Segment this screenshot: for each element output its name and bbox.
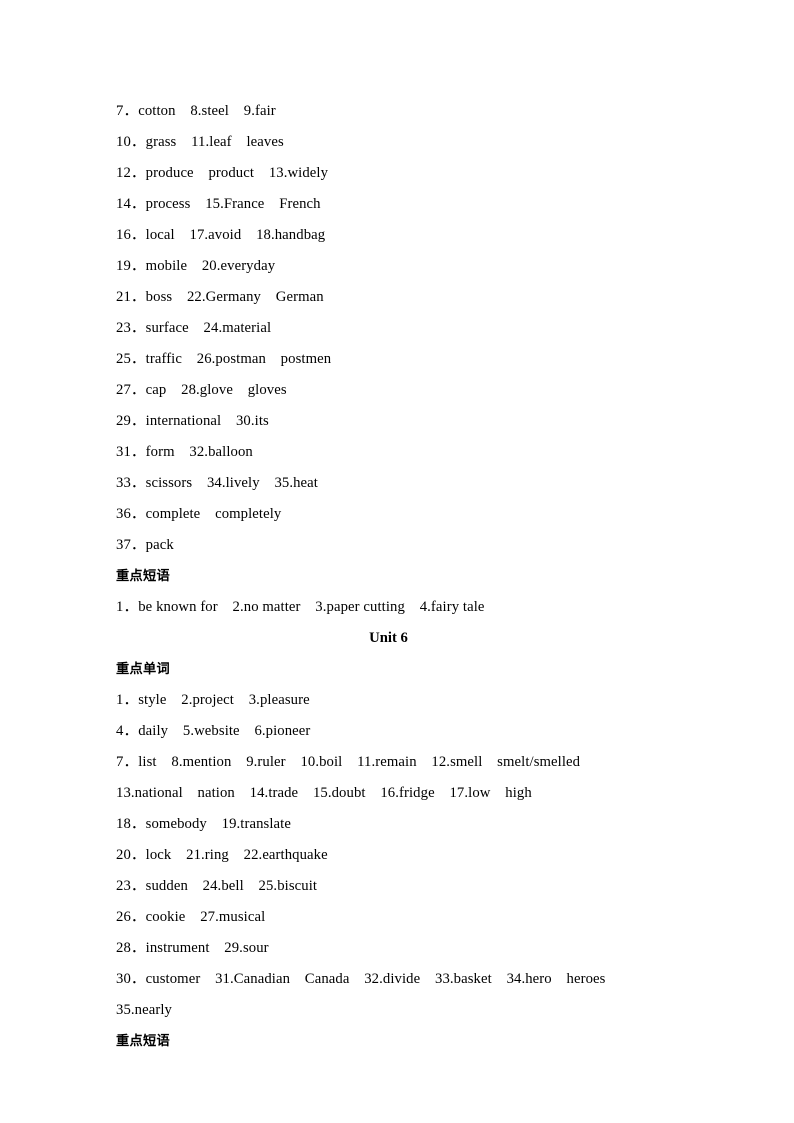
vocab-line: 1．style 2.project 3.pleasure [116,692,310,708]
vocab-line: 20．lock 21.ring 22.earthquake [116,847,328,863]
document-page: 7．cotton 8.steel 9.fair 10．grass 11.leaf… [0,0,794,1123]
document-body: 7．cotton 8.steel 9.fair 10．grass 11.leaf… [116,96,645,1057]
section-heading-key-phrases: 重点短语 [116,1034,170,1049]
vocab-line: 18．somebody 19.translate [116,816,291,832]
vocab-line: 36．complete completely [116,506,282,522]
vocab-line: 37．pack [116,537,174,553]
vocab-line: 31．form 32.balloon [116,444,253,460]
vocab-line: 30．customer 31.Canadian Canada 32.divide… [116,971,621,1018]
vocab-line: 27．cap 28.glove gloves [116,382,287,398]
vocab-line: 10．grass 11.leaf leaves [116,134,284,150]
vocab-line: 23．sudden 24.bell 25.biscuit [116,878,318,894]
vocab-line: 25．traffic 26.postman postmen [116,351,332,367]
vocab-line: 29．international 30.its [116,413,269,429]
vocab-line: 19．mobile 20.everyday [116,258,276,274]
vocab-line: 7．cotton 8.steel 9.fair [116,103,276,119]
vocab-line: 12．produce product 13.widely [116,165,329,181]
vocab-line: 28．instrument 29.sour [116,940,269,956]
vocab-line: 23．surface 24.material [116,320,272,336]
phrase-line: 1．be known for 2.no matter 3.paper cutti… [116,599,485,615]
unit-title: Unit 6 [369,630,408,646]
section-heading-key-phrases: 重点短语 [116,569,170,584]
vocab-line: 33．scissors 34.lively 35.heat [116,475,318,491]
vocab-line: 4．daily 5.website 6.pioneer [116,723,311,739]
vocab-line: 7．list 8.mention 9.ruler 10.boil 11.rema… [116,754,595,801]
vocab-line: 26．cookie 27.musical [116,909,266,925]
vocab-line: 16．local 17.avoid 18.handbag [116,227,326,243]
section-heading-key-words: 重点单词 [116,662,170,677]
vocab-line: 21．boss 22.Germany German [116,289,324,305]
vocab-line: 14．process 15.France French [116,196,321,212]
